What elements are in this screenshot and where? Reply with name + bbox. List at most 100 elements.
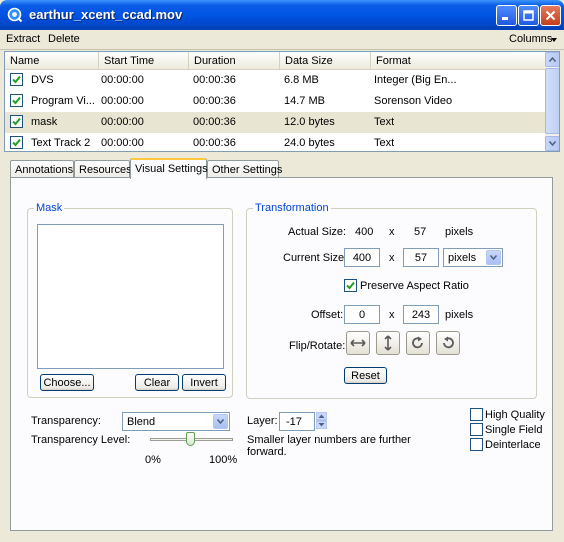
current-size-separator: x <box>389 252 395 264</box>
offset-label: Offset: <box>311 309 344 321</box>
track-enable-checkbox[interactable] <box>10 136 23 149</box>
column-header-duration[interactable]: Duration <box>189 52 280 70</box>
track-table: Name Start Time Duration Data Size Forma… <box>4 51 560 152</box>
table-row[interactable]: DVS 00:00:00 00:00:36 6.8 MB Integer (Bi… <box>5 70 545 91</box>
scroll-thumb[interactable] <box>545 68 559 134</box>
rotate-counterclockwise-button[interactable] <box>436 331 460 355</box>
track-enable-checkbox[interactable] <box>10 73 23 86</box>
track-name: DVS <box>31 74 54 86</box>
scroll-up-button[interactable] <box>545 52 559 67</box>
track-format: Text <box>374 116 395 128</box>
tab-visual-settings[interactable]: Visual Settings <box>130 158 208 179</box>
chevron-down-icon <box>490 255 497 260</box>
preserve-aspect-checkbox[interactable] <box>344 279 357 292</box>
track-name: Program Vi... <box>31 95 95 107</box>
track-data-size: 12.0 bytes <box>284 116 335 128</box>
chevron-down-icon <box>549 141 556 146</box>
high-quality-checkbox[interactable] <box>470 408 483 421</box>
check-icon <box>12 138 21 147</box>
transparency-slider-thumb[interactable] <box>185 432 195 446</box>
menu-delete[interactable]: Delete <box>48 33 80 45</box>
rotate-clockwise-button[interactable] <box>406 331 430 355</box>
column-header-start-time[interactable]: Start Time <box>99 52 189 70</box>
column-header-data-size[interactable]: Data Size <box>280 52 371 70</box>
track-start-time: 00:00:00 <box>101 137 144 149</box>
minimize-button[interactable] <box>496 5 517 26</box>
tab-other-settings[interactable]: Other Settings <box>207 160 282 178</box>
invert-button[interactable]: Invert <box>182 374 226 391</box>
transparency-max-label: 100% <box>209 454 238 466</box>
actual-size-separator: x <box>389 226 395 238</box>
flip-horizontal-button[interactable] <box>346 331 370 355</box>
chevron-down-icon <box>217 419 224 424</box>
table-row[interactable]: Text Track 2 00:00:00 00:00:36 24.0 byte… <box>5 133 545 151</box>
transparency-level-label: Transparency Level: <box>31 434 131 446</box>
column-header-name[interactable]: Name <box>5 52 99 70</box>
maximize-button[interactable] <box>518 5 539 26</box>
flip-vertical-icon <box>384 335 392 351</box>
track-duration: 00:00:36 <box>193 137 236 149</box>
layer-spinner[interactable] <box>316 412 327 429</box>
table-scrollbar[interactable] <box>545 52 559 151</box>
size-unit-value: pixels <box>448 252 477 264</box>
actual-height-value: 57 <box>414 226 427 238</box>
rotate-counterclockwise-icon <box>443 336 454 349</box>
choose-button[interactable]: Choose... <box>40 374 94 391</box>
single-field-checkbox[interactable] <box>470 423 483 436</box>
transparency-mode-select[interactable]: Blend <box>122 412 230 431</box>
track-format: Sorenson Video <box>374 95 453 107</box>
flip-vertical-button[interactable] <box>376 331 400 355</box>
dropdown-button[interactable] <box>213 414 228 429</box>
maximize-icon <box>523 10 534 21</box>
offset-x-input[interactable]: 0 <box>344 305 380 324</box>
track-duration: 00:00:36 <box>193 95 236 107</box>
size-unit-select[interactable]: pixels <box>443 248 503 267</box>
tab-resources[interactable]: Resources <box>74 160 132 178</box>
deinterlace-label: Deinterlace <box>485 439 541 451</box>
current-width-input[interactable]: 400 <box>344 248 380 267</box>
rotate-clockwise-icon <box>412 336 423 349</box>
columns-menu[interactable]: Columns <box>509 33 552 45</box>
table-row[interactable]: Program Vi... 00:00:00 00:00:36 14.7 MB … <box>5 91 545 112</box>
track-enable-checkbox[interactable] <box>10 115 23 128</box>
chevron-up-icon <box>549 57 556 62</box>
deinterlace-checkbox[interactable] <box>470 438 483 451</box>
reset-button[interactable]: Reset <box>344 367 387 384</box>
layer-input[interactable]: -17 <box>279 412 315 431</box>
column-header-format[interactable]: Format <box>371 52 545 70</box>
offset-y-input[interactable]: 243 <box>403 305 439 324</box>
track-name: Text Track 2 <box>31 137 91 149</box>
table-row[interactable]: mask 00:00:00 00:00:36 12.0 bytes Text <box>5 112 545 133</box>
scroll-down-button[interactable] <box>545 136 559 151</box>
flip-horizontal-icon <box>350 339 366 347</box>
clear-button[interactable]: Clear <box>135 374 179 391</box>
tab-annotations[interactable]: Annotations <box>10 160 74 178</box>
preserve-aspect-label: Preserve Aspect Ratio <box>360 280 469 292</box>
actual-width-value: 400 <box>355 226 374 238</box>
track-enable-checkbox[interactable] <box>10 94 23 107</box>
current-size-label: Current Size: <box>283 252 348 264</box>
transparency-mode-value: Blend <box>127 416 156 428</box>
close-button[interactable] <box>540 5 561 26</box>
dropdown-button[interactable] <box>486 250 501 265</box>
mask-group-title: Mask <box>34 202 65 214</box>
current-height-input[interactable]: 57 <box>403 248 439 267</box>
track-start-time: 00:00:00 <box>101 95 144 107</box>
offset-unit: pixels <box>445 309 474 321</box>
flip-rotate-label: Flip/Rotate: <box>289 340 346 352</box>
track-data-size: 24.0 bytes <box>284 137 335 149</box>
actual-size-label: Actual Size: <box>288 226 347 238</box>
track-data-size: 6.8 MB <box>284 74 319 86</box>
visual-settings-panel: Mask Choose... Clear Invert Transformati… <box>10 177 553 531</box>
title-bar[interactable]: earthur_xcent_ccad.mov <box>0 0 564 30</box>
high-quality-label: High Quality <box>485 409 545 421</box>
track-data-size: 14.7 MB <box>284 95 325 107</box>
track-start-time: 00:00:00 <box>101 74 144 86</box>
minimize-icon <box>502 17 508 20</box>
menu-extract[interactable]: Extract <box>6 33 40 45</box>
close-icon <box>545 10 556 21</box>
mask-preview <box>37 224 224 369</box>
chevron-down-icon <box>551 38 557 42</box>
track-format: Integer (Big En... <box>374 74 457 86</box>
offset-separator: x <box>389 309 395 321</box>
